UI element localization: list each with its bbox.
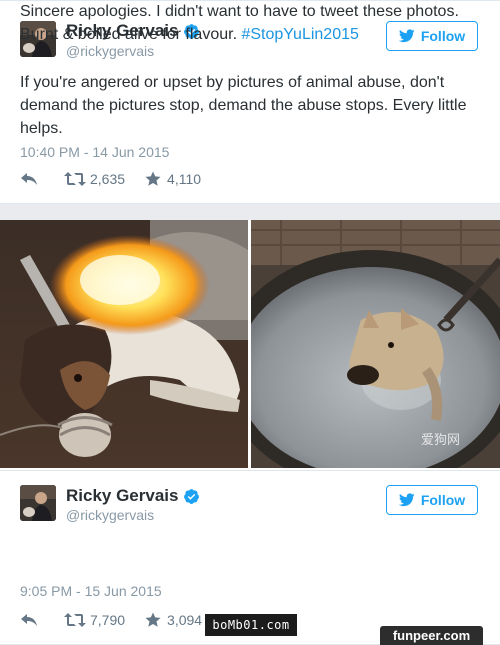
like-star-icon [145,171,161,186]
display-name[interactable]: Ricky Gervais [66,486,178,506]
overlay-watermark: boMb01.com [205,614,297,636]
tweet-actions: 7,790 3,094 [20,610,202,630]
photo-boiled-dog[interactable]: 爱狗网 [251,220,500,468]
avatar[interactable] [20,485,56,521]
retweet-button[interactable]: 2,635 [64,171,125,187]
handle[interactable]: @rickygervais [66,507,154,523]
timestamp[interactable]: 9:05 PM - 15 Jun 2015 [20,583,162,599]
tweet-text: Sincere apologies. I didn't want to have… [20,0,490,46]
retweet-count: 2,635 [90,171,126,187]
site-watermark: funpeer.com [380,626,483,645]
reply-icon [21,173,37,185]
tweet-text: If you're angered or upset by pictures o… [20,74,467,137]
retweet-icon [64,172,86,186]
like-button[interactable]: 3,094 [145,612,202,628]
reply-button[interactable] [20,612,38,628]
twitter-bird-icon [398,493,415,507]
hashtag-link[interactable]: #StopYuLin2015 [241,26,358,43]
retweet-icon [64,613,86,627]
reply-icon [21,614,37,626]
follow-button[interactable]: Follow [386,485,478,515]
retweet-button[interactable]: 7,790 [64,612,125,628]
photo-burnt-dog[interactable] [0,220,248,468]
retweet-count: 7,790 [90,612,126,628]
tweet-media: 爱狗网 [0,220,500,470]
like-count: 4,110 [167,171,202,187]
tweet-actions: 2,635 4,110 [20,169,201,189]
tweet-text-body: Sincere apologies. I didn't want to have… [20,3,459,43]
reply-button[interactable] [20,171,38,187]
follow-label: Follow [420,492,466,508]
like-star-icon [145,612,161,627]
like-button[interactable]: 4,110 [145,171,201,187]
timestamp[interactable]: 10:40 PM - 14 Jun 2015 [20,144,169,160]
like-count: 3,094 [167,612,203,628]
photo-watermark: 爱狗网 [421,433,460,448]
verified-badge-icon [184,488,200,504]
